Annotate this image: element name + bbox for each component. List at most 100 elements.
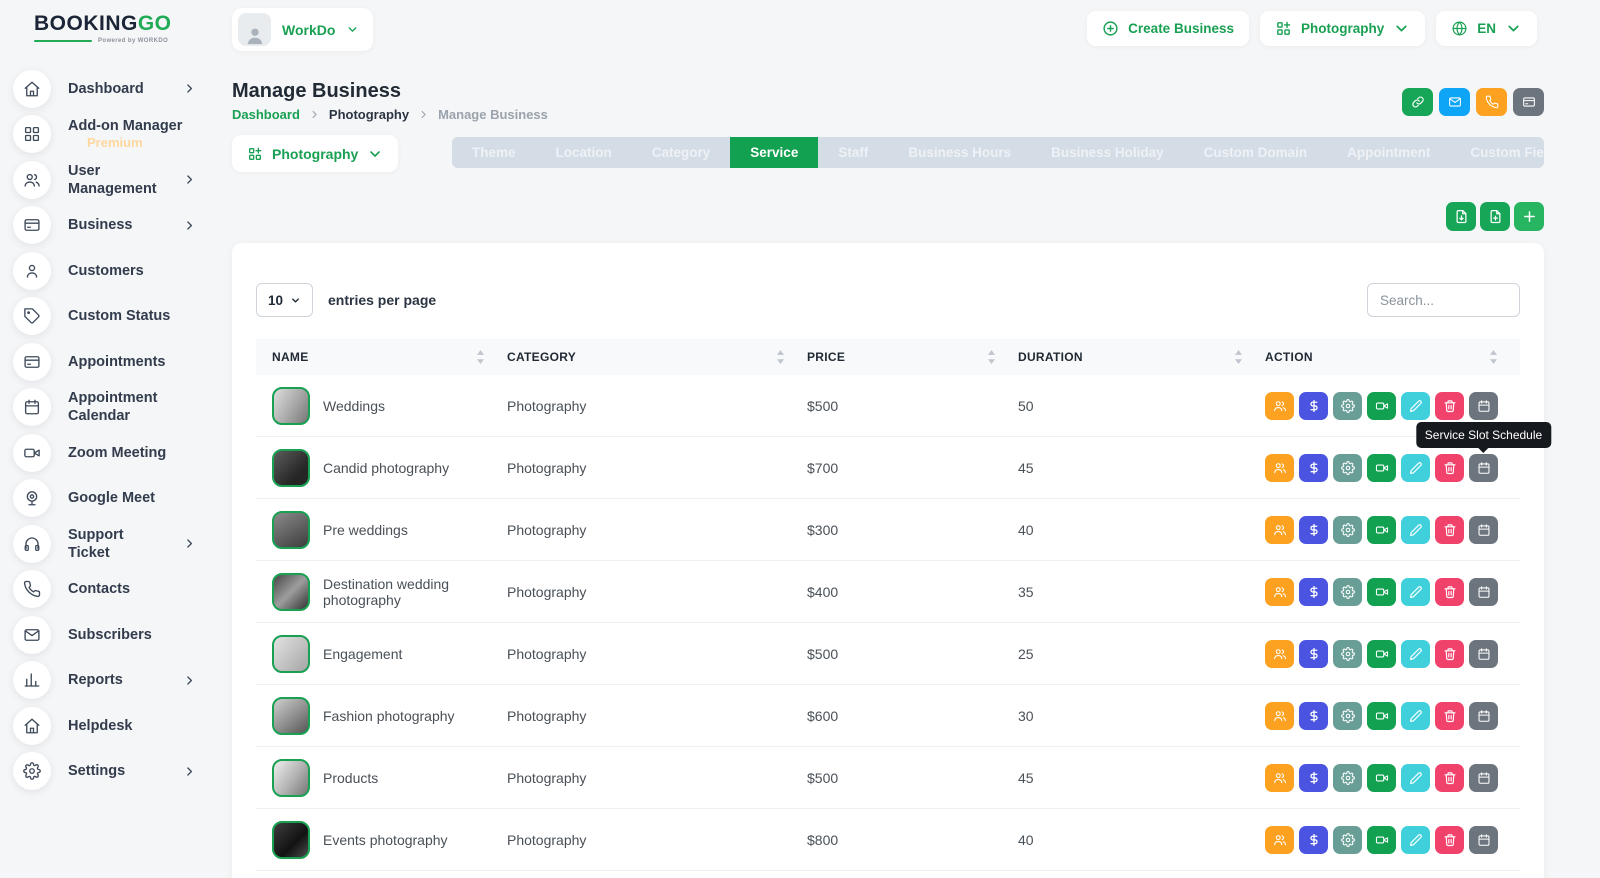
row-action-delete-button[interactable]	[1435, 640, 1464, 668]
tab-service[interactable]: Service	[730, 137, 818, 168]
sort-icon[interactable]	[1234, 350, 1243, 364]
row-action-service-settings-button[interactable]	[1333, 578, 1362, 606]
call-button[interactable]	[1476, 88, 1507, 116]
row-action-edit-button[interactable]	[1401, 764, 1430, 792]
sidebar-item-contacts[interactable]: Contacts	[0, 567, 214, 613]
row-action-slot-schedule-button[interactable]	[1469, 764, 1498, 792]
sidebar-item-google-meet[interactable]: Google Meet	[0, 476, 214, 522]
export-button[interactable]	[1446, 202, 1476, 231]
row-action-staff-button[interactable]	[1265, 702, 1294, 730]
row-action-service-settings-button[interactable]	[1333, 454, 1362, 482]
sidebar-item-helpdesk[interactable]: Helpdesk	[0, 703, 214, 749]
sidebar-item-custom-status[interactable]: Custom Status	[0, 294, 214, 340]
row-action-edit-button[interactable]	[1401, 702, 1430, 730]
tab-appointment[interactable]: Appointment	[1327, 137, 1450, 168]
row-action-staff-button[interactable]	[1265, 640, 1294, 668]
row-action-delete-button[interactable]	[1435, 516, 1464, 544]
search-input[interactable]	[1367, 283, 1520, 317]
row-action-meeting-button[interactable]	[1367, 764, 1396, 792]
entries-per-page-select[interactable]: 10	[256, 283, 313, 317]
sidebar-item-appointments[interactable]: Appointments	[0, 339, 214, 385]
sidebar-item-zoom-meeting[interactable]: Zoom Meeting	[0, 430, 214, 476]
tab-location[interactable]: Location	[536, 137, 632, 168]
row-action-slot-schedule-button[interactable]	[1469, 578, 1498, 606]
sidebar-item-user-management[interactable]: User Management	[0, 157, 214, 203]
row-action-price-button[interactable]	[1299, 702, 1328, 730]
row-action-delete-button[interactable]	[1435, 764, 1464, 792]
tab-category[interactable]: Category	[632, 137, 731, 168]
row-action-slot-schedule-button[interactable]	[1469, 392, 1498, 420]
row-action-edit-button[interactable]	[1401, 454, 1430, 482]
row-action-meeting-button[interactable]	[1367, 640, 1396, 668]
sidebar-item-reports[interactable]: Reports	[0, 658, 214, 704]
row-action-delete-button[interactable]	[1435, 826, 1464, 854]
row-action-meeting-button[interactable]	[1367, 826, 1396, 854]
row-action-edit-button[interactable]	[1401, 826, 1430, 854]
row-action-slot-schedule-button[interactable]: Service Slot Schedule	[1469, 454, 1498, 482]
row-action-staff-button[interactable]	[1265, 454, 1294, 482]
row-action-staff-button[interactable]	[1265, 516, 1294, 544]
en-button[interactable]: EN	[1436, 11, 1537, 46]
row-action-delete-button[interactable]	[1435, 454, 1464, 482]
row-action-meeting-button[interactable]	[1367, 392, 1396, 420]
row-action-staff-button[interactable]	[1265, 392, 1294, 420]
breadcrumb-dashboard[interactable]: Dashboard	[232, 107, 300, 122]
row-action-slot-schedule-button[interactable]	[1469, 516, 1498, 544]
row-action-staff-button[interactable]	[1265, 826, 1294, 854]
row-action-slot-schedule-button[interactable]	[1469, 702, 1498, 730]
row-action-price-button[interactable]	[1299, 454, 1328, 482]
create-business-button[interactable]: Create Business	[1087, 11, 1249, 46]
sidebar-item-customers[interactable]: Customers	[0, 248, 214, 294]
row-action-service-settings-button[interactable]	[1333, 826, 1362, 854]
tab-custom-field[interactable]: Custom Field	[1450, 137, 1544, 168]
row-action-edit-button[interactable]	[1401, 640, 1430, 668]
row-action-staff-button[interactable]	[1265, 764, 1294, 792]
row-action-edit-button[interactable]	[1401, 392, 1430, 420]
row-action-service-settings-button[interactable]	[1333, 764, 1362, 792]
row-action-meeting-button[interactable]	[1367, 702, 1396, 730]
row-action-slot-schedule-button[interactable]	[1469, 640, 1498, 668]
sort-icon[interactable]	[776, 350, 785, 364]
photography-button[interactable]: Photography	[1260, 11, 1425, 46]
row-action-service-settings-button[interactable]	[1333, 392, 1362, 420]
row-action-price-button[interactable]	[1299, 826, 1328, 854]
sort-icon[interactable]	[476, 350, 485, 364]
row-action-price-button[interactable]	[1299, 578, 1328, 606]
sidebar-item-business[interactable]: Business	[0, 203, 214, 249]
row-action-edit-button[interactable]	[1401, 578, 1430, 606]
row-action-service-settings-button[interactable]	[1333, 702, 1362, 730]
sort-icon[interactable]	[987, 350, 996, 364]
sort-icon[interactable]	[1489, 350, 1498, 364]
row-action-service-settings-button[interactable]	[1333, 640, 1362, 668]
row-action-delete-button[interactable]	[1435, 702, 1464, 730]
row-action-price-button[interactable]	[1299, 764, 1328, 792]
row-action-delete-button[interactable]	[1435, 578, 1464, 606]
tab-theme[interactable]: Theme	[452, 137, 536, 168]
row-action-staff-button[interactable]	[1265, 578, 1294, 606]
copy-link-button[interactable]	[1402, 88, 1433, 116]
sidebar-item-add-on-manager[interactable]: Add-on Manager Premium	[0, 112, 214, 158]
tab-custom-domain[interactable]: Custom Domain	[1184, 137, 1328, 168]
row-action-slot-schedule-button[interactable]	[1469, 826, 1498, 854]
business-selector[interactable]: Photography	[232, 135, 398, 172]
row-action-service-settings-button[interactable]	[1333, 516, 1362, 544]
email-button[interactable]	[1439, 88, 1470, 116]
row-action-meeting-button[interactable]	[1367, 454, 1396, 482]
payment-button[interactable]	[1513, 88, 1544, 116]
row-action-meeting-button[interactable]	[1367, 578, 1396, 606]
row-action-edit-button[interactable]	[1401, 516, 1430, 544]
row-action-price-button[interactable]	[1299, 516, 1328, 544]
sidebar-item-dashboard[interactable]: Dashboard	[0, 66, 214, 112]
import-button[interactable]	[1480, 202, 1510, 231]
add-service-button[interactable]	[1514, 202, 1544, 231]
tab-business-holiday[interactable]: Business Holiday	[1031, 137, 1184, 168]
sidebar-item-support-ticket[interactable]: Support Ticket	[0, 521, 214, 567]
user-menu[interactable]: WorkDo	[232, 8, 373, 51]
sidebar-item-appointment-calendar[interactable]: Appointment Calendar	[0, 385, 214, 431]
row-action-price-button[interactable]	[1299, 392, 1328, 420]
tab-staff[interactable]: Staff	[818, 137, 888, 168]
sidebar-item-settings[interactable]: Settings	[0, 749, 214, 795]
tab-business-hours[interactable]: Business Hours	[888, 137, 1031, 168]
row-action-meeting-button[interactable]	[1367, 516, 1396, 544]
brand-logo[interactable]: BOOKINGGO Powered by WORKDO	[0, 12, 180, 44]
